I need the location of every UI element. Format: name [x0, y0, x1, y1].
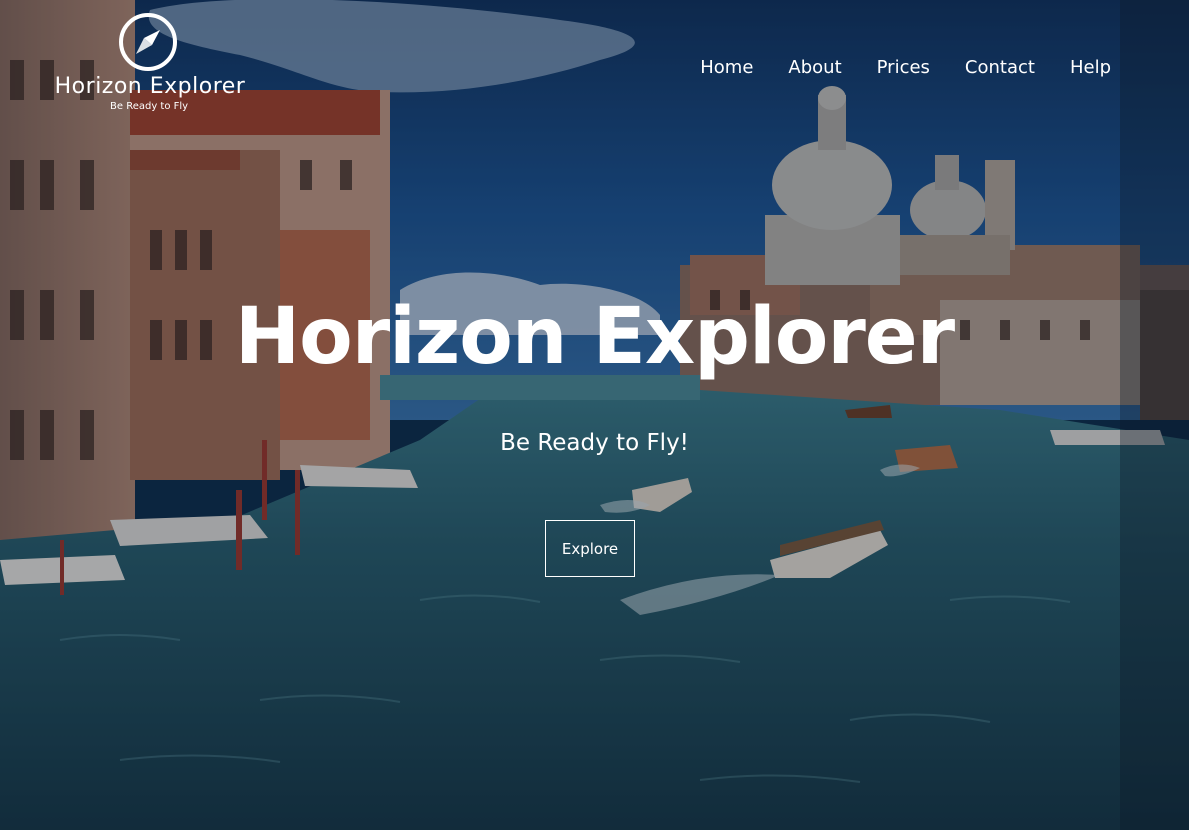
brand-name: Horizon Explorer [54, 74, 246, 99]
nav-link-home[interactable]: Home [700, 56, 753, 80]
nav-link-about[interactable]: About [788, 56, 841, 80]
brand-logo[interactable]: Horizon Explorer Be Ready to Fly [52, 12, 248, 122]
nav-link-contact[interactable]: Contact [965, 56, 1035, 80]
brand-tagline: Be Ready to Fly [110, 101, 189, 112]
main-navigation: Home About Prices Contact Help [700, 56, 1111, 80]
hero-subtitle: Be Ready to Fly! [500, 430, 689, 456]
compass-icon [119, 13, 177, 71]
nav-link-prices[interactable]: Prices [877, 56, 930, 80]
explore-button[interactable]: Explore [545, 520, 635, 577]
hero-title: Horizon Explorer [234, 292, 955, 382]
nav-link-help[interactable]: Help [1070, 56, 1111, 80]
hero-section: Horizon Explorer Be Ready to Fly Home Ab… [0, 0, 1189, 830]
hero-dark-overlay [0, 0, 1189, 830]
